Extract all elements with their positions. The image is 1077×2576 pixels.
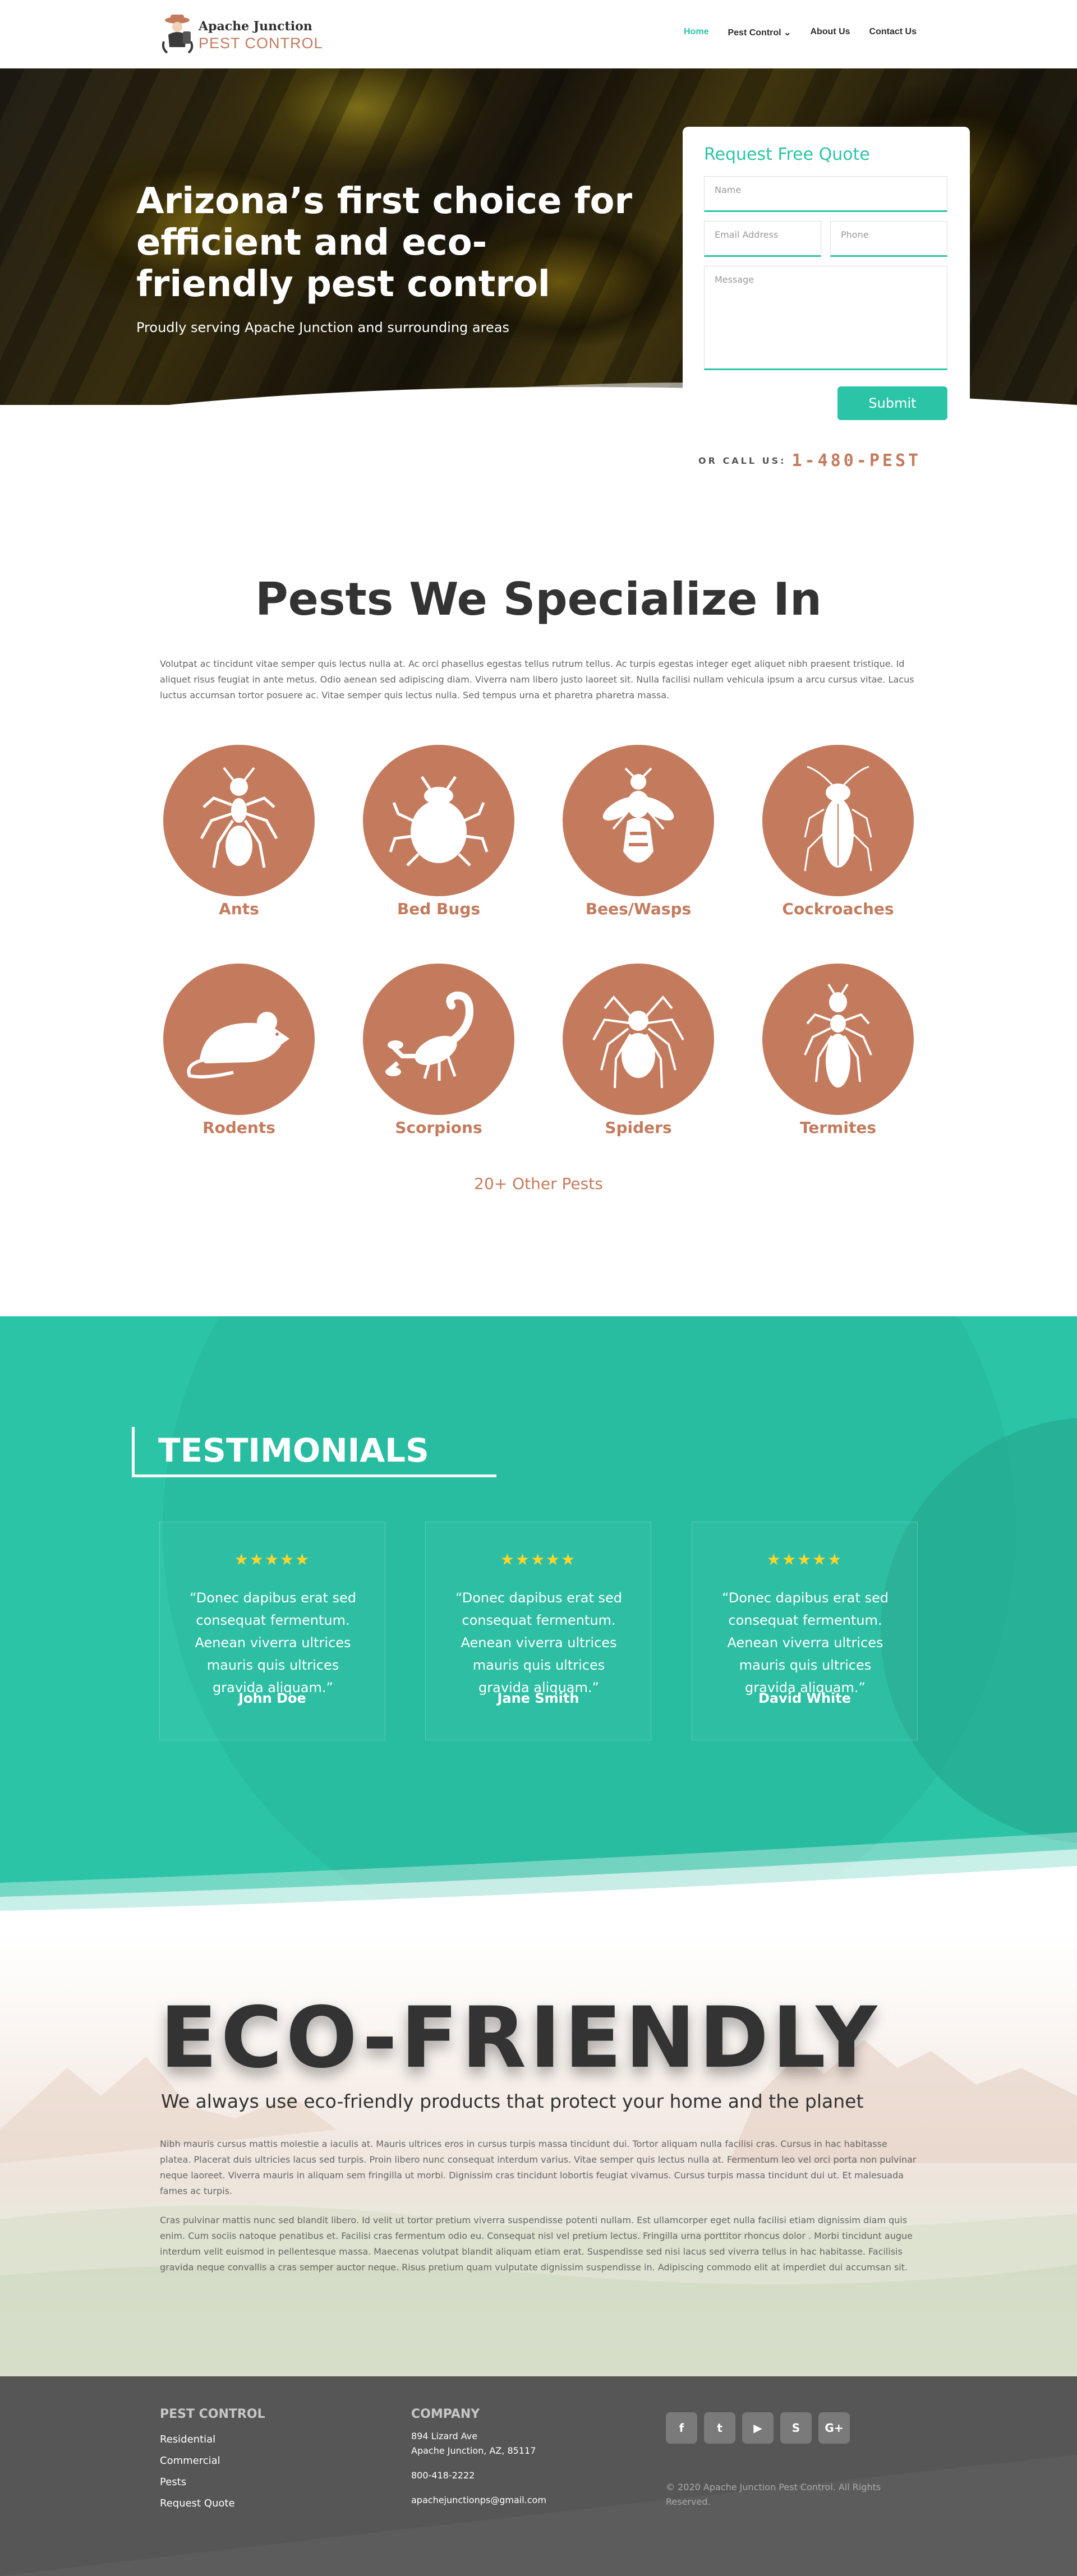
footer-pest-control-column: PEST CONTROL Residential Commercial Pest…	[160, 2407, 265, 2514]
testimonials-heading-frame: TESTIMONIALS	[132, 1427, 496, 1477]
pest-ants[interactable]: Ants	[163, 745, 315, 918]
footer-heading: PEST CONTROL	[160, 2407, 265, 2421]
hero-title: Arizona’s first choice for efficient and…	[136, 181, 633, 305]
pest-rodents[interactable]: Rodents	[163, 964, 315, 1137]
logo-title: Apache Junction	[199, 19, 312, 34]
pests-title: Pests We Specialize In	[255, 573, 822, 625]
eco-paragraph-2: Cras pulvinar mattis nunc sed blandit li…	[160, 2215, 913, 2273]
copyright: © 2020 Apache Junction Pest Control. All…	[666, 2482, 881, 2507]
call-us: OR CALL US: 1-480-PEST	[698, 451, 921, 471]
eco-title: ECO-FRIENDLY	[160, 1989, 881, 2087]
pest-bees-wasps[interactable]: Bees/Wasps	[563, 745, 714, 918]
footer-company-column: COMPANY 894 Lizard Ave Apache Junction, …	[411, 2407, 546, 2508]
pest-spiders[interactable]: Spiders	[563, 964, 714, 1137]
star-rating-icon: ★★★★★	[766, 1550, 843, 1569]
nav-pest-control[interactable]: Pest Control ⌄	[728, 27, 791, 38]
other-pests-link[interactable]: 20+ Other Pests	[0, 1174, 1077, 1193]
termite-icon	[804, 983, 872, 1087]
footer-address-line1: 894 Lizard Ave	[411, 2431, 478, 2441]
pests-section: Pests We Specialize In Volutpat ac tinci…	[0, 517, 1077, 1316]
site-header: Apache Junction PEST CONTROL Home Pest C…	[0, 0, 1077, 68]
skype-icon[interactable]: S	[780, 2412, 812, 2444]
pest-label: Spiders	[605, 1118, 672, 1137]
footer-heading: COMPANY	[411, 2407, 480, 2421]
page: Apache Junction PEST CONTROL Home Pest C…	[0, 0, 1077, 2576]
youtube-icon[interactable]: ▶	[742, 2412, 774, 2444]
site-logo[interactable]: Apache Junction PEST CONTROL	[160, 12, 323, 57]
pests-description: Volutpat ac tincidunt vitae semper quis …	[160, 658, 914, 701]
nav-about-us[interactable]: About Us	[810, 27, 850, 38]
nav-home[interactable]: Home	[684, 27, 708, 38]
testimonial-card: ★★★★★ “Donec dapibus erat sed consequat …	[159, 1522, 385, 1740]
facebook-icon[interactable]: f	[666, 2412, 697, 2444]
pest-label: Termites	[800, 1118, 876, 1137]
pest-scorpions[interactable]: Scorpions	[363, 964, 514, 1137]
pest-cockroaches[interactable]: Cockroaches	[762, 745, 914, 918]
cockroach-icon	[804, 766, 872, 872]
call-us-label: OR CALL US:	[698, 455, 786, 466]
testimonials-section: TESTIMONIALS ★★★★★ “Donec dapibus erat s…	[0, 1316, 1077, 1928]
footer-link-residential[interactable]: Residential	[160, 2429, 265, 2450]
footer-address-line2: Apache Junction, AZ, 85117	[411, 2445, 536, 2456]
pest-label: Bees/Wasps	[585, 900, 692, 918]
eco-paragraph-1: Nibh mauris cursus mattis molestie a iac…	[160, 2139, 917, 2196]
scorpion-icon	[385, 991, 474, 1081]
email-input[interactable]: Email Address	[704, 221, 821, 257]
social-links: f t ▶ S G+	[666, 2412, 850, 2444]
phone-input[interactable]: Phone	[830, 221, 947, 257]
quote-form-title: Request Free Quote	[704, 145, 870, 164]
name-input[interactable]: Name	[704, 176, 947, 212]
pest-label: Bed Bugs	[397, 900, 481, 918]
testimonial-quote: “Donec dapibus erat sed consequat fermen…	[455, 1590, 622, 1695]
nav-contact-us[interactable]: Contact Us	[869, 27, 917, 38]
testimonial-card: ★★★★★ “Donec dapibus erat sed consequat …	[692, 1522, 918, 1740]
footer-email[interactable]: apachejunctionps@gmail.com	[411, 2493, 546, 2508]
submit-button[interactable]: Submit	[837, 386, 947, 420]
footer-link-pests[interactable]: Pests	[160, 2472, 265, 2493]
pest-label: Scorpions	[395, 1118, 482, 1137]
pest-label: Ants	[219, 900, 259, 918]
bee-icon	[602, 767, 674, 863]
testimonial-author: John Doe	[238, 1690, 306, 1706]
logo-mascot-icon	[162, 15, 194, 54]
ant-icon	[200, 767, 278, 868]
hero-subtitle: Proudly serving Apache Junction and surr…	[136, 320, 509, 335]
star-rating-icon: ★★★★★	[234, 1550, 311, 1569]
testimonial-card: ★★★★★ “Donec dapibus erat sed consequat …	[425, 1522, 651, 1740]
twitter-icon[interactable]: t	[704, 2412, 735, 2444]
pest-bed-bugs[interactable]: Bed Bugs	[363, 745, 514, 918]
main-nav: Home Pest Control ⌄ About Us Contact Us	[684, 27, 917, 38]
footer-phone[interactable]: 800-418-2222	[411, 2468, 546, 2483]
testimonial-quote: “Donec dapibus erat sed consequat fermen…	[190, 1590, 356, 1695]
footer-link-request-quote[interactable]: Request Quote	[160, 2493, 265, 2514]
call-us-phone[interactable]: 1-480-PEST	[792, 451, 922, 471]
bed-bug-icon	[389, 776, 489, 867]
testimonials-heading: TESTIMONIALS	[158, 1431, 429, 1469]
message-textarea[interactable]: Message	[704, 266, 947, 370]
rodent-icon	[187, 1012, 289, 1079]
eco-subtitle: We always use eco-friendly products that…	[161, 2090, 864, 2112]
site-footer: PEST CONTROL Residential Commercial Pest…	[0, 2376, 1077, 2576]
testimonial-quote: “Donec dapibus erat sed consequat fermen…	[722, 1590, 889, 1695]
star-rating-icon: ★★★★★	[500, 1550, 577, 1569]
pest-label: Rodents	[202, 1118, 275, 1137]
request-quote-form: Request Free Quote Name Email Address Ph…	[683, 127, 970, 420]
testimonial-author: Jane Smith	[497, 1690, 579, 1706]
logo-subtitle: PEST CONTROL	[199, 35, 323, 52]
pest-termites[interactable]: Termites	[762, 964, 914, 1137]
eco-friendly-section: ECO-FRIENDLY We always use eco-friendly …	[0, 1928, 1077, 2376]
testimonial-author: David White	[758, 1690, 852, 1706]
spider-icon	[592, 995, 684, 1089]
footer-link-commercial[interactable]: Commercial	[160, 2450, 265, 2472]
pest-label: Cockroaches	[782, 900, 894, 918]
google-plus-icon[interactable]: G+	[818, 2412, 850, 2444]
